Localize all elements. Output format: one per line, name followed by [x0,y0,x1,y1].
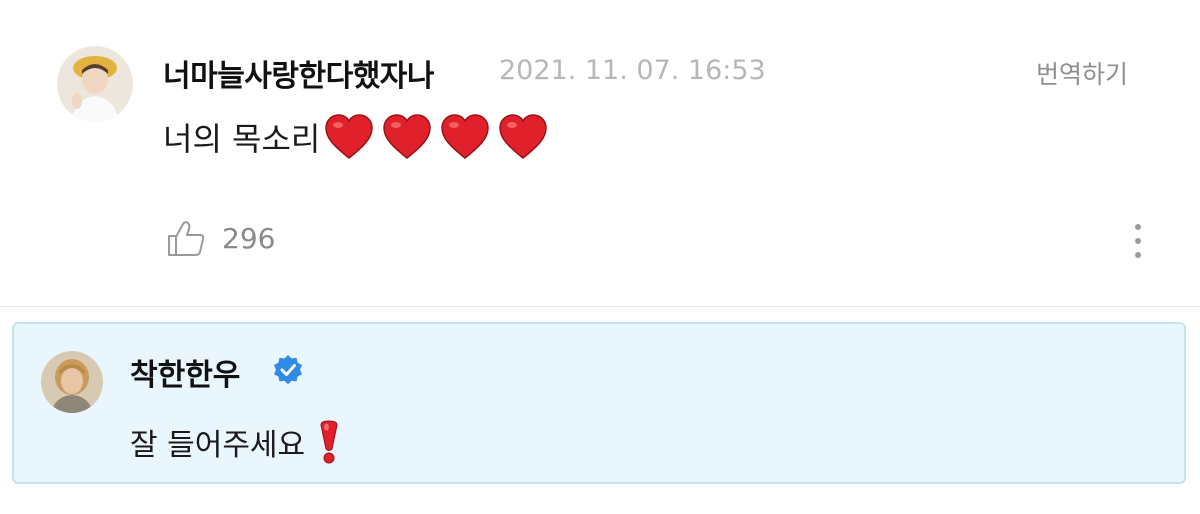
reply-body: 잘 들어주세요 [130,420,341,464]
like-button[interactable] [166,220,206,258]
vertical-dots-icon [1135,224,1141,258]
verified-badge-icon [274,355,302,385]
comment: 너마늘사랑한다했자나 2021. 11. 07. 16:53 번역하기 너의 목… [0,0,1200,306]
user-avatar[interactable] [57,46,133,122]
comment-body: 너의 목소리 [163,110,556,164]
reply-text: 잘 들어주세요 [130,428,306,463]
heart-emoji-group [324,114,556,160]
exclamation-mark-icon [320,420,338,464]
heart-icon [499,114,548,159]
artist-avatar[interactable] [41,351,103,413]
like-count: 296 [222,222,276,255]
heart-icon [325,114,374,159]
artist-reply: 착한한우 잘 들어주세요 [12,322,1186,484]
divider [0,306,1200,307]
comment-author-name[interactable]: 너마늘사랑한다했자나 [163,51,435,95]
thumbs-up-icon [168,221,205,256]
heart-icon [383,114,432,159]
more-options-button[interactable] [1122,220,1154,262]
comment-text: 너의 목소리 [163,120,321,158]
reply-author-name[interactable]: 착한한우 [130,350,240,394]
comment-thread: 너마늘사랑한다했자나 2021. 11. 07. 16:53 번역하기 너의 목… [0,0,1200,514]
comment-timestamp: 2021. 11. 07. 16:53 [499,55,766,86]
heart-icon [441,114,490,159]
translate-button[interactable]: 번역하기 [1036,55,1128,91]
